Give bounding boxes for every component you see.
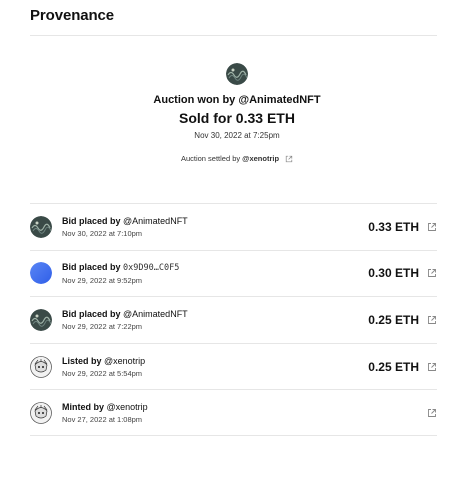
event-price: 0.30 ETH <box>368 266 419 281</box>
event-verb: Bid placed by <box>62 308 121 319</box>
event-user-link[interactable]: 0x9D90…C0F5 <box>123 263 179 273</box>
event-text: Bid placed by @AnimatedNFT Nov 29, 2022 … <box>62 309 188 331</box>
event-text: Listed by @xenotrip Nov 29, 2022 at 5:54… <box>62 356 145 378</box>
event-date: Nov 29, 2022 at 5:54pm <box>62 368 143 378</box>
winner-avatar[interactable] <box>226 63 248 85</box>
external-link-icon[interactable] <box>427 315 437 325</box>
event-row: Bid placed by 0x9D90…C0F5 Nov 29, 2022 a… <box>30 249 437 297</box>
settled-prefix: Auction settled by <box>180 154 241 163</box>
event-date: Nov 29, 2022 at 9:52pm <box>62 275 143 285</box>
event-user-link[interactable]: @AnimatedNFT <box>123 309 188 319</box>
event-verb: Listed by <box>62 355 102 366</box>
external-link-icon[interactable] <box>285 155 293 163</box>
external-link-icon[interactable] <box>427 362 437 372</box>
external-link-icon[interactable] <box>427 222 437 232</box>
provenance-event-list: Bid placed by @AnimatedNFT Nov 30, 2022 … <box>30 203 437 436</box>
bidder-avatar[interactable] <box>30 262 52 285</box>
event-user-link[interactable]: @AnimatedNFT <box>123 216 188 226</box>
event-text: Bid placed by @AnimatedNFT Nov 30, 2022 … <box>62 216 188 238</box>
event-date: Nov 29, 2022 at 7:22pm <box>62 321 143 331</box>
event-price: 0.33 ETH <box>368 219 419 234</box>
external-link-icon[interactable] <box>427 268 437 278</box>
sold-date: Nov 30, 2022 at 7:25pm <box>194 131 280 140</box>
minter-avatar[interactable] <box>30 401 52 424</box>
event-action: Bid placed by @AnimatedNFT <box>62 309 188 319</box>
lister-avatar[interactable] <box>30 355 52 378</box>
event-row: Bid placed by @AnimatedNFT Nov 30, 2022 … <box>30 203 437 250</box>
event-right <box>419 408 437 418</box>
event-action: Minted by @xenotrip <box>62 402 148 412</box>
event-verb: Bid placed by <box>62 215 121 226</box>
auction-won-line: Auction won by @AnimatedNFT <box>0 94 474 106</box>
auction-winner-summary: Auction won by @AnimatedNFT Sold for 0.3… <box>0 63 474 163</box>
event-right: 0.30 ETH <box>368 266 437 280</box>
event-right: 0.25 ETH <box>368 360 437 374</box>
event-row: Bid placed by @AnimatedNFT Nov 29, 2022 … <box>30 296 437 343</box>
event-verb: Minted by <box>62 401 104 412</box>
bidder-avatar[interactable] <box>30 215 52 238</box>
event-right: 0.33 ETH <box>368 220 437 234</box>
page-title: Provenance <box>30 7 115 24</box>
event-text: Bid placed by 0x9D90…C0F5 Nov 29, 2022 a… <box>62 262 179 285</box>
event-date: Nov 27, 2022 at 1:08pm <box>62 414 143 424</box>
title-divider <box>30 35 437 36</box>
winner-handle-link[interactable]: @AnimatedNFT <box>238 94 320 106</box>
event-date: Nov 30, 2022 at 7:10pm <box>62 228 143 238</box>
bidder-avatar[interactable] <box>30 308 52 331</box>
event-action: Bid placed by @AnimatedNFT <box>62 216 188 226</box>
event-price: 0.25 ETH <box>368 312 419 327</box>
event-action: Bid placed by 0x9D90…C0F5 <box>62 262 179 273</box>
event-right: 0.25 ETH <box>368 313 437 327</box>
won-prefix: Auction won by <box>153 94 239 106</box>
event-text: Minted by @xenotrip Nov 27, 2022 at 1:08… <box>62 402 148 424</box>
sold-price: Sold for 0.33 ETH <box>179 110 295 126</box>
event-row: Minted by @xenotrip Nov 27, 2022 at 1:08… <box>30 389 437 436</box>
settled-line: Auction settled by @xenotrip <box>0 154 474 163</box>
external-link-icon[interactable] <box>427 408 437 418</box>
event-user-link[interactable]: @xenotrip <box>104 356 145 366</box>
settler-handle-link[interactable]: @xenotrip <box>242 154 279 163</box>
event-user-link[interactable]: @xenotrip <box>107 402 148 412</box>
event-row: Listed by @xenotrip Nov 29, 2022 at 5:54… <box>30 342 437 390</box>
event-price: 0.25 ETH <box>368 359 419 374</box>
event-verb: Bid placed by <box>62 261 121 272</box>
event-action: Listed by @xenotrip <box>62 356 145 366</box>
